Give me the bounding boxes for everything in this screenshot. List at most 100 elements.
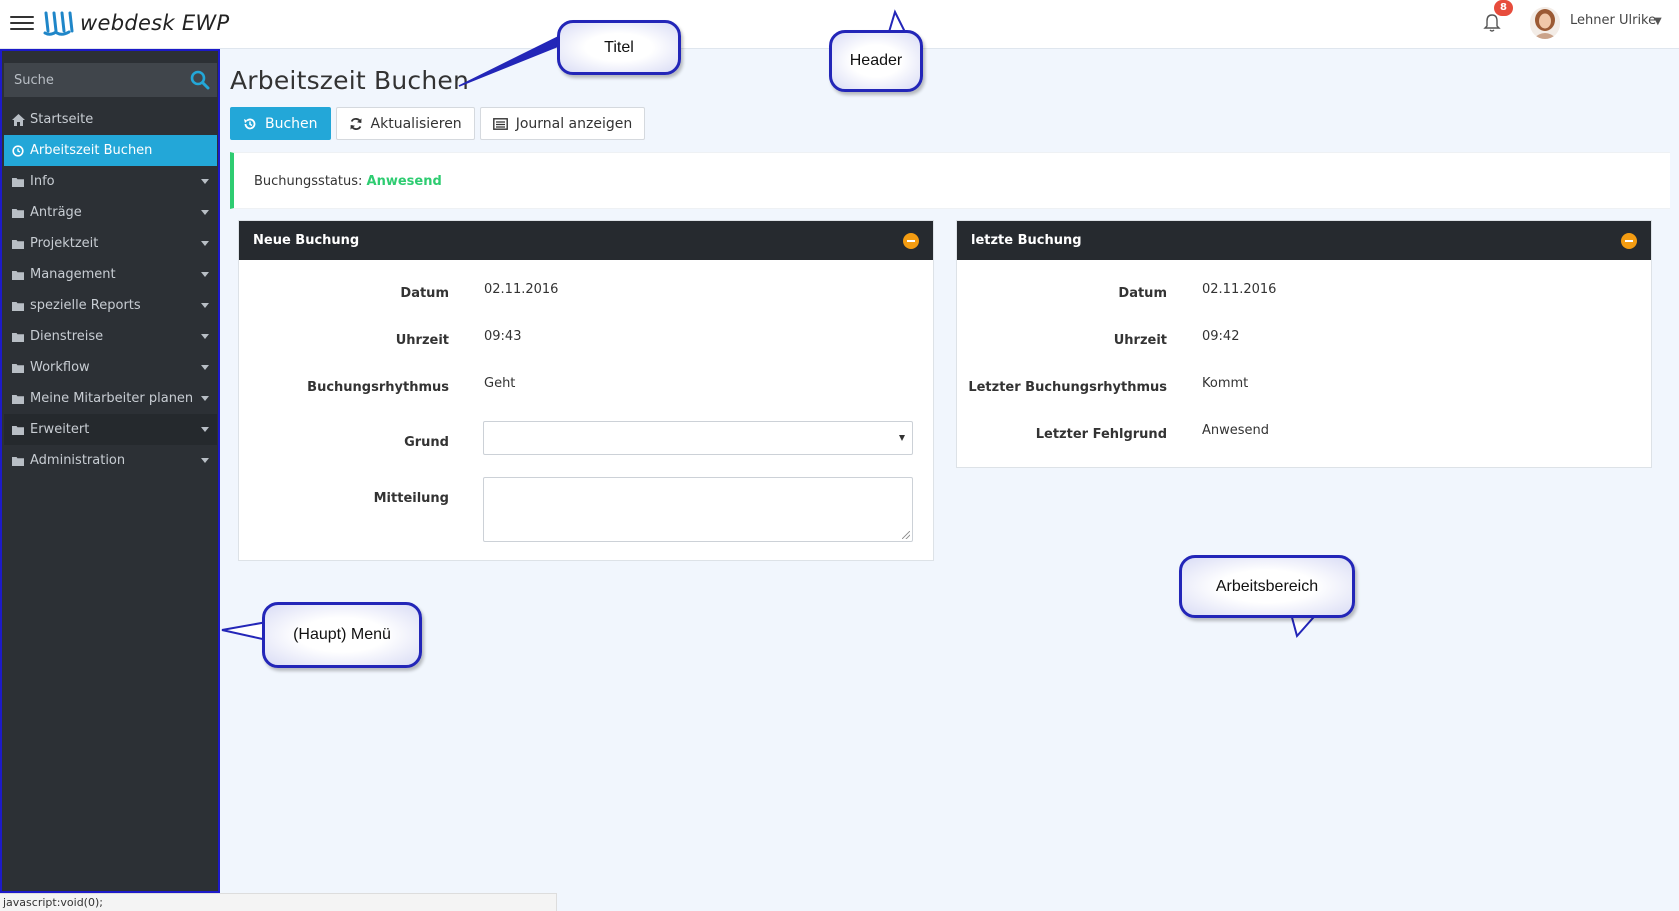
sidebar-item-meine-mitarbeiter-planen[interactable]: Meine Mitarbeiter planen [4,383,217,414]
logo-text: webdesk EWP [80,11,230,35]
folder-icon [12,197,25,228]
sidebar-item-workflow[interactable]: Workflow [4,352,217,383]
chevron-down-icon [201,427,209,432]
letzter-fehlgrund-value: Anwesend [1202,423,1270,438]
letzte-buchung-panel: letzte Buchung Datum 02.11.2016 Uhrzeit … [956,220,1652,468]
folder-icon [12,445,25,476]
chevron-down-icon [201,272,209,277]
journal-anzeigen-button-label: Journal anzeigen [515,115,633,132]
app-logo[interactable]: webdesk EWP [42,6,229,40]
main-menu: Startseite Arbeitszeit Buchen Info Anträ… [0,49,220,893]
sidebar-item-label: spezielle Reports [30,298,141,313]
menu-toggle-icon[interactable] [10,12,34,34]
history-icon [243,117,257,131]
page-title: Arbeitszeit Buchen [230,66,470,95]
uhrzeit-value: 09:42 [1202,329,1240,344]
folder-icon [12,290,25,321]
folder-icon [12,352,25,383]
sidebar-item-spezielle-reports[interactable]: spezielle Reports [4,290,217,321]
letzte-buchung-header: letzte Buchung [957,221,1651,260]
buchungsrhythmus-value: Geht [484,376,516,391]
sidebar-item-antraege[interactable]: Anträge [4,197,217,228]
uhrzeit-label: Uhrzeit [395,333,449,348]
sidebar-item-label: Anträge [30,205,82,220]
chevron-down-icon [201,179,209,184]
chevron-down-icon [201,396,209,401]
buchungsrhythmus-label: Buchungsrhythmus [307,380,449,395]
logo-icon [43,11,74,36]
user-name[interactable]: Lehner Ulrike [1570,13,1656,28]
folder-icon [12,166,25,197]
sidebar-item-label: Startseite [30,112,94,127]
grund-select[interactable] [483,421,913,455]
callout-titel: Titel [557,20,681,75]
callout-haupt-menue: (Haupt) Menü [262,602,422,668]
uhrzeit-value: 09:43 [484,329,522,344]
letzter-buchungsrhythmus-value: Kommt [1202,376,1249,391]
aktualisieren-button[interactable]: Aktualisieren [335,107,475,140]
datum-label: Datum [1118,286,1167,301]
buchungsstatus-label: Buchungsstatus: [254,174,363,189]
refresh-icon [349,117,363,131]
sidebar-item-label: Workflow [30,360,90,375]
datum-value: 02.11.2016 [484,282,559,297]
resize-handle-icon[interactable] [902,531,910,539]
sidebar-item-label: Administration [30,453,126,468]
sidebar-item-label: Dienstreise [30,329,104,344]
sidebar-item-arbeitszeit-buchen[interactable]: Arbeitszeit Buchen [4,135,217,166]
chevron-down-icon [201,458,209,463]
chevron-down-icon [201,210,209,215]
folder-icon [12,321,25,352]
mitteilung-label: Mitteilung [373,491,449,506]
neue-buchung-header: Neue Buchung [239,221,933,260]
grund-label: Grund [404,435,449,450]
home-icon [12,104,25,135]
search-input[interactable] [4,63,184,97]
buchungsstatus: Buchungsstatus: Anwesend [254,174,442,189]
callout-header: Header [829,30,923,92]
sidebar-item-startseite[interactable]: Startseite [4,104,217,135]
sidebar-item-dienstreise[interactable]: Dienstreise [4,321,217,352]
buchungsstatus-box: Buchungsstatus: Anwesend [230,152,1670,209]
folder-icon [12,414,25,445]
mitteilung-textarea[interactable] [483,477,913,542]
journal-anzeigen-button[interactable]: Journal anzeigen [479,107,646,140]
chevron-down-icon [201,303,209,308]
letzte-buchung-title: letzte Buchung [971,233,1082,248]
letzter-buchungsrhythmus-label: Letzter Buchungsrhythmus [968,380,1167,395]
folder-icon [12,383,25,414]
collapse-icon[interactable] [1621,233,1637,249]
sidebar-item-projektzeit[interactable]: Projektzeit [4,228,217,259]
search-icon[interactable] [190,70,210,90]
sidebar-item-erweitert[interactable]: Erweitert [4,414,217,445]
sidebar-item-label: Erweitert [30,422,90,437]
uhrzeit-label: Uhrzeit [1113,333,1167,348]
sidebar-search [4,63,217,97]
folder-icon [12,228,25,259]
sidebar-item-info[interactable]: Info [4,166,217,197]
chevron-down-icon [201,334,209,339]
sidebar-item-administration[interactable]: Administration [4,445,217,476]
collapse-icon[interactable] [903,233,919,249]
list-alt-icon [492,117,508,130]
neue-buchung-panel: Neue Buchung Datum 02.11.2016 Uhrzeit 09… [238,220,934,561]
sidebar-item-label: Meine Mitarbeiter planen [30,391,194,406]
sidebar-item-label: Projektzeit [30,236,99,251]
sidebar-item-label: Arbeitszeit Buchen [30,143,153,158]
buchen-button[interactable]: Buchen [230,107,331,140]
datum-label: Datum [400,286,449,301]
datum-value: 02.11.2016 [1202,282,1277,297]
aktualisieren-button-label: Aktualisieren [370,115,462,132]
neue-buchung-title: Neue Buchung [253,233,360,248]
user-dropdown-icon[interactable]: ▼ [1654,16,1662,27]
buchungsstatus-value: Anwesend [366,174,442,189]
toolbar: Buchen Aktualisieren Journal anzeigen [230,107,650,140]
letzter-fehlgrund-label: Letzter Fehlgrund [1035,427,1167,442]
sidebar-nav: Startseite Arbeitszeit Buchen Info Anträ… [4,104,217,476]
avatar[interactable] [1530,7,1560,39]
notification-badge[interactable]: 8 [1494,0,1513,16]
sidebar-item-label: Management [30,267,116,282]
sidebar-item-management[interactable]: Management [4,259,217,290]
chevron-down-icon [201,241,209,246]
callout-arbeitsbereich: Arbeitsbereich [1179,555,1355,618]
